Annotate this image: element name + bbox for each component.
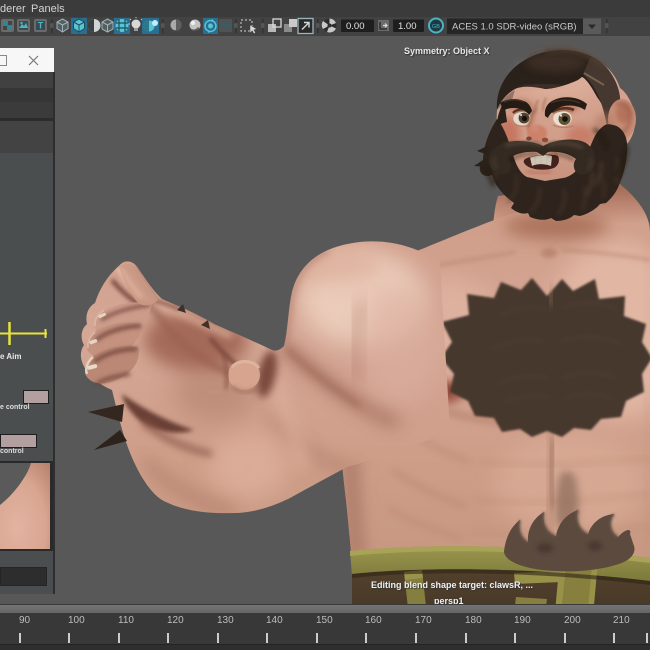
svg-text:GB: GB — [432, 24, 440, 30]
svg-text:T: T — [38, 21, 44, 31]
svg-text:0.00: 0.00 — [346, 21, 365, 32]
svg-text:1.00: 1.00 — [398, 21, 417, 32]
svg-text:ACES 1.0 SDR-video (sRGB): ACES 1.0 SDR-video (sRGB) — [452, 22, 577, 33]
